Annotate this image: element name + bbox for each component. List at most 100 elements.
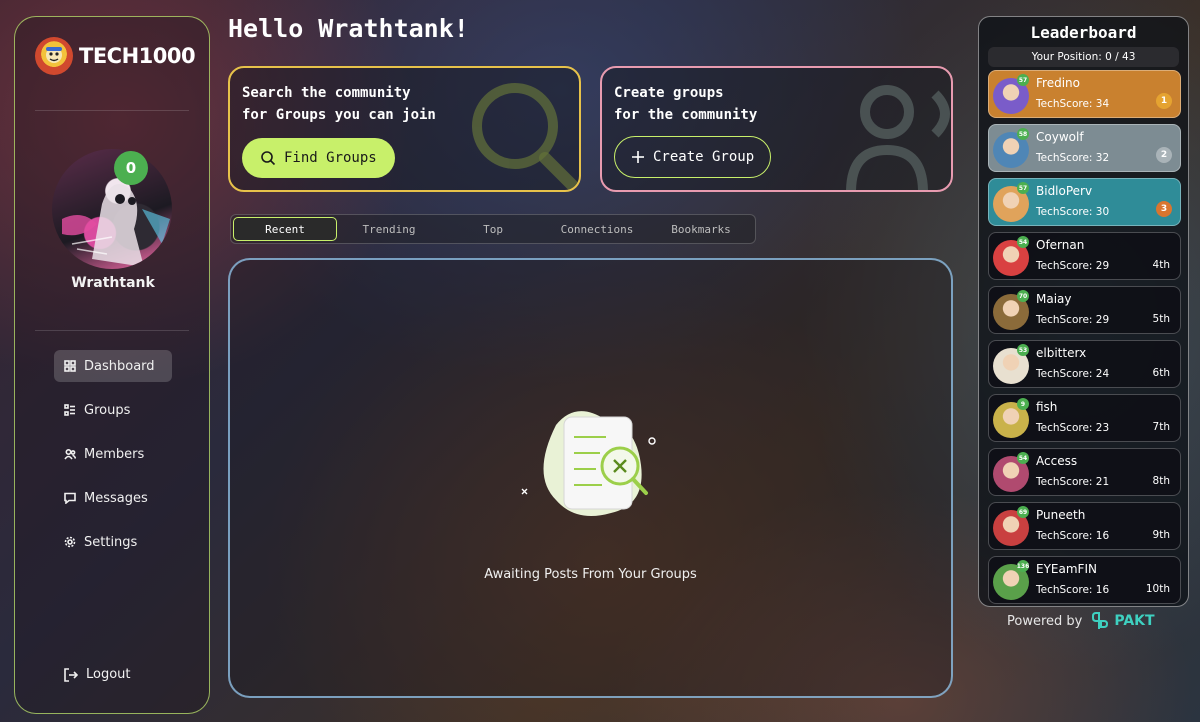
leaderboard-row[interactable]: 57 Fredino TechScore: 34 1 <box>988 70 1181 118</box>
find-groups-text: Search the community for Groups you can … <box>242 85 436 123</box>
level-badge: 9 <box>1017 398 1029 410</box>
leaderboard-score: TechScore: 16 <box>1036 530 1110 542</box>
create-group-button[interactable]: Create Group <box>614 136 772 178</box>
create-group-card: Create groups for the community Create G… <box>600 66 953 192</box>
leaderboard-name: elbitterx <box>1036 346 1087 360</box>
leaderboard-score: TechScore: 32 <box>1036 152 1110 164</box>
rank-label: 4th <box>1152 259 1170 271</box>
tab-connections[interactable]: Connections <box>545 217 649 241</box>
sidebar-item-label: Groups <box>84 402 131 418</box>
rank-medal-icon: 2 <box>1156 147 1172 163</box>
pakt-label: PAKT <box>1114 613 1155 629</box>
feed-panel: Awaiting Posts From Your Groups <box>228 258 953 698</box>
pakt-logo-icon <box>1092 612 1109 629</box>
leaderboard-row[interactable]: 58 Coywolf TechScore: 32 2 <box>988 124 1181 172</box>
settings-icon <box>64 536 76 548</box>
leaderboard-row[interactable]: 69 Puneeth TechScore: 16 9th <box>988 502 1181 550</box>
user-decoration-icon <box>846 85 950 190</box>
leaderboard-row[interactable]: 70 Maiay TechScore: 29 5th <box>988 286 1181 334</box>
sidebar-item-groups[interactable]: Groups <box>54 394 172 426</box>
leaderboard-score: TechScore: 21 <box>1036 476 1110 488</box>
tab-top[interactable]: Top <box>441 217 545 241</box>
level-badge: 136 <box>1017 560 1029 572</box>
leaderboard-name: Maiay <box>1036 292 1072 306</box>
leaderboard-score: TechScore: 34 <box>1036 98 1110 110</box>
tab-trending[interactable]: Trending <box>337 217 441 241</box>
level-badge: 70 <box>1017 290 1029 302</box>
members-icon <box>64 448 76 460</box>
sidebar-item-dashboard[interactable]: Dashboard <box>54 350 172 382</box>
page-title: Hello Wrathtank! <box>228 14 469 43</box>
tab-bookmarks[interactable]: Bookmarks <box>649 217 753 241</box>
leaderboard-name: fish <box>1036 400 1058 414</box>
feed-tabs: Recent Trending Top Connections Bookmark… <box>230 214 756 244</box>
plus-icon <box>632 151 644 163</box>
username: Wrathtank <box>71 275 155 291</box>
powered-by-text: Powered by <box>1007 613 1083 629</box>
create-group-label: Create Group <box>653 149 755 165</box>
leaderboard-row[interactable]: 54 Access TechScore: 21 8th <box>988 448 1181 496</box>
your-position: Your Position: 0 / 43 <box>988 47 1179 67</box>
leaderboard-row[interactable]: 54 Ofernan TechScore: 29 4th <box>988 232 1181 280</box>
leaderboard-score: TechScore: 16 <box>1036 584 1110 596</box>
rank-label: 7th <box>1152 421 1170 433</box>
leaderboard-name: BidloPerv <box>1036 184 1093 198</box>
sidebar: TECH1000 0 Wrathtank Dashboard Groups Me… <box>14 16 210 714</box>
level-badge: 57 <box>1017 74 1029 86</box>
avatar <box>52 149 172 269</box>
leaderboard-name: Ofernan <box>1036 238 1085 252</box>
leaderboard-score: TechScore: 23 <box>1036 422 1110 434</box>
sidebar-item-members[interactable]: Members <box>54 438 172 470</box>
profile-avatar[interactable] <box>52 149 172 269</box>
leaderboard-score: TechScore: 30 <box>1036 206 1110 218</box>
dashboard-icon <box>64 360 76 372</box>
rank-label: 10th <box>1145 583 1170 595</box>
leaderboard: Leaderboard Your Position: 0 / 43 57 Fre… <box>978 16 1189 607</box>
rank-label: 9th <box>1152 529 1170 541</box>
logout-button[interactable]: Logout <box>64 667 131 682</box>
logout-label: Logout <box>86 667 131 682</box>
brand-name: TECH1000 <box>79 44 196 68</box>
leaderboard-score: TechScore: 29 <box>1036 260 1110 272</box>
search-decoration-icon <box>472 83 579 190</box>
sidebar-item-label: Messages <box>84 490 148 506</box>
find-groups-label: Find Groups <box>284 150 377 166</box>
rank-medal-icon: 3 <box>1156 201 1172 217</box>
powered-by: Powered by PAKT <box>1007 612 1155 630</box>
search-icon <box>261 151 276 166</box>
sidebar-item-settings[interactable]: Settings <box>54 526 172 558</box>
rank-label: 6th <box>1152 367 1170 379</box>
create-group-text: Create groups for the community <box>614 85 758 123</box>
rank-label: 8th <box>1152 475 1170 487</box>
sidebar-item-messages[interactable]: Messages <box>54 482 172 514</box>
level-badge: 57 <box>1017 182 1029 194</box>
find-groups-card: Search the community for Groups you can … <box>228 66 581 192</box>
leaderboard-title: Leaderboard <box>1030 23 1137 42</box>
brand-logo-icon <box>35 37 73 75</box>
rank-medal-icon: 1 <box>1156 93 1172 109</box>
find-groups-button[interactable]: Find Groups <box>242 138 395 178</box>
leaderboard-name: Puneeth <box>1036 508 1086 522</box>
pakt-logo[interactable]: PAKT <box>1090 612 1155 630</box>
leaderboard-row[interactable]: 136 EYEamFIN TechScore: 16 10th <box>988 556 1181 604</box>
leaderboard-row[interactable]: 57 BidloPerv TechScore: 30 3 <box>988 178 1181 226</box>
empty-feed-text: Awaiting Posts From Your Groups <box>484 567 697 582</box>
level-badge: 54 <box>1017 452 1029 464</box>
leaderboard-row[interactable]: 9 fish TechScore: 23 7th <box>988 394 1181 442</box>
messages-icon <box>64 492 76 504</box>
sidebar-item-label: Dashboard <box>84 358 155 374</box>
leaderboard-score: TechScore: 29 <box>1036 314 1110 326</box>
empty-feed-illustration <box>521 411 656 517</box>
leaderboard-name: EYEamFIN <box>1036 562 1097 576</box>
tab-recent[interactable]: Recent <box>233 217 338 241</box>
user-level-badge: 0 <box>114 151 148 185</box>
groups-icon <box>64 404 75 416</box>
brand[interactable]: TECH1000 <box>35 37 196 75</box>
leaderboard-score: TechScore: 24 <box>1036 368 1110 380</box>
leaderboard-name: Fredino <box>1036 76 1080 90</box>
sidebar-item-label: Settings <box>84 534 138 550</box>
sidebar-item-label: Members <box>84 446 145 462</box>
leaderboard-name: Access <box>1036 454 1078 468</box>
leaderboard-row[interactable]: 53 elbitterx TechScore: 24 6th <box>988 340 1181 388</box>
level-badge: 69 <box>1017 506 1029 518</box>
